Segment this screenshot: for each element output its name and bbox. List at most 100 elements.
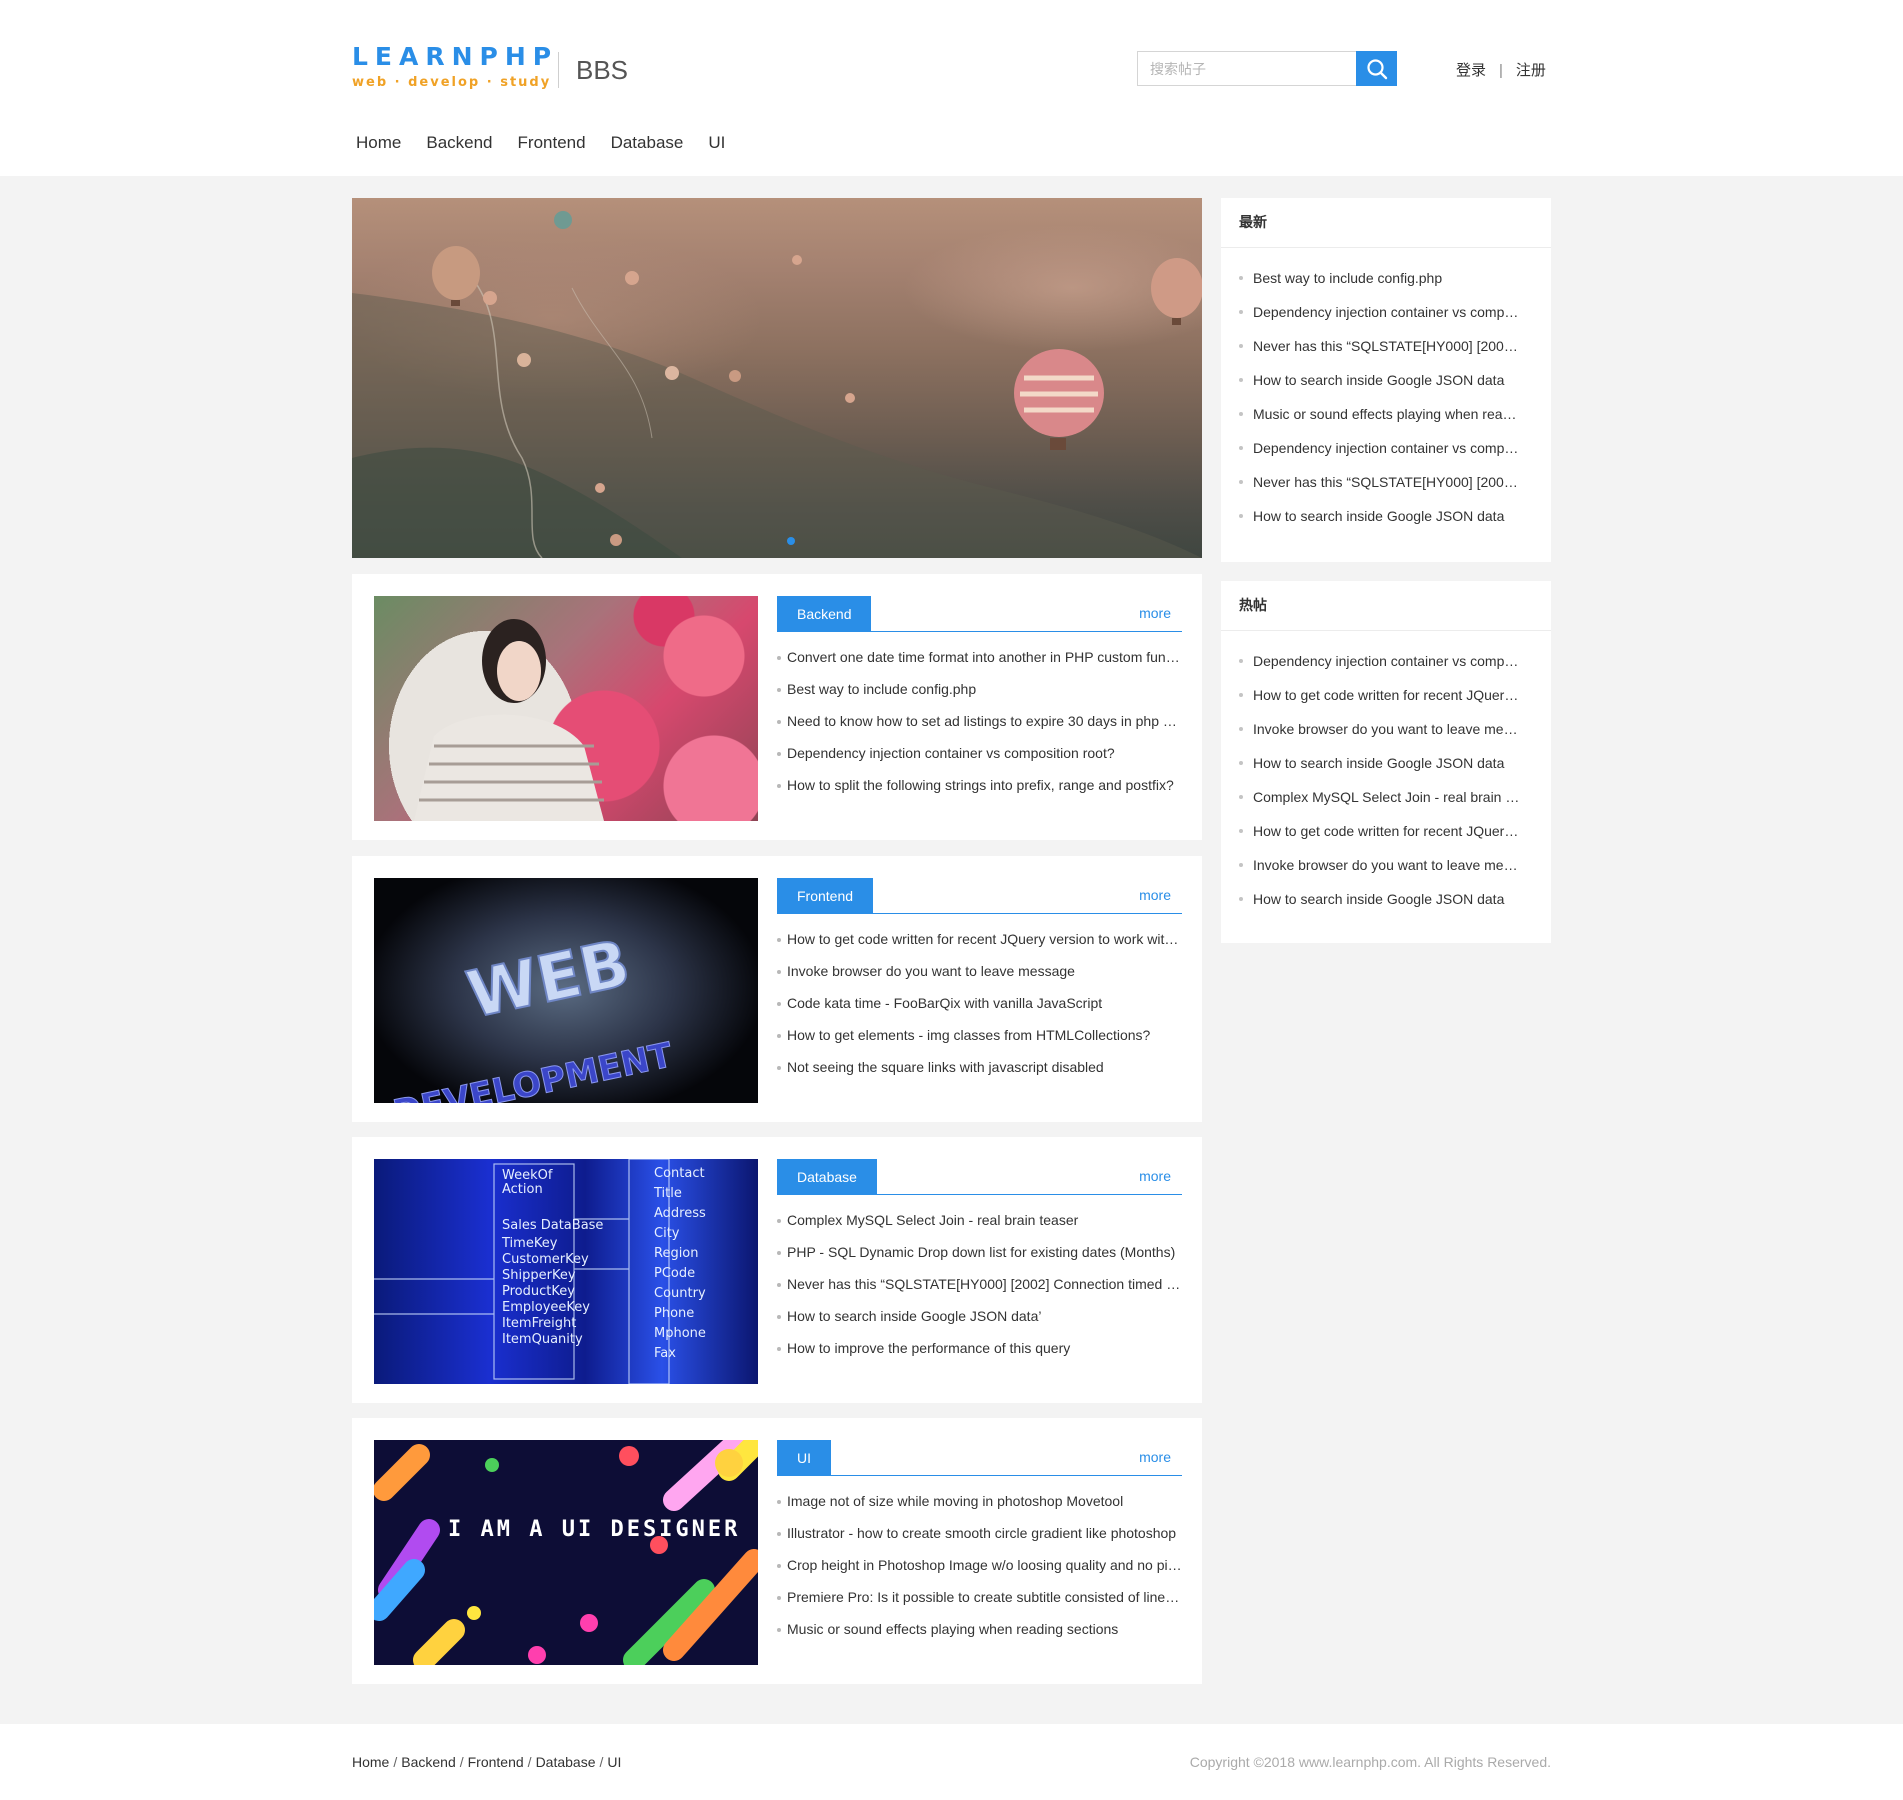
topic-item[interactable]: Complex MySQL Select Join - real brain t… xyxy=(777,1210,1182,1242)
topic-link[interactable]: Code kata time - FooBarQix with vanilla … xyxy=(787,995,1102,1011)
topic-link[interactable]: How to get elements - img classes from H… xyxy=(787,1027,1150,1043)
topic-link[interactable]: How to improve the performance of this q… xyxy=(787,1340,1070,1356)
more-link[interactable]: more xyxy=(1139,1168,1171,1184)
hot-link[interactable]: Invoke browser do you want to leave mess… xyxy=(1253,721,1523,737)
hot-item[interactable]: How to get code written for recent JQuer… xyxy=(1239,821,1523,855)
section-tag[interactable]: Frontend xyxy=(777,878,874,914)
topic-item[interactable]: Music or sound effects playing when read… xyxy=(777,1619,1182,1651)
carousel-indicator[interactable] xyxy=(787,537,795,545)
topic-item[interactable]: How to split the following strings into … xyxy=(777,775,1182,807)
latest-item[interactable]: Never has this “SQLSTATE[HY000] [2002] C… xyxy=(1239,336,1523,370)
more-link[interactable]: more xyxy=(1139,605,1171,621)
topic-link[interactable]: Complex MySQL Select Join - real brain t… xyxy=(787,1212,1078,1228)
hot-item[interactable]: How to search inside Google JSON data xyxy=(1239,889,1523,923)
topic-item[interactable]: Need to know how to set ad listings to e… xyxy=(777,711,1182,743)
nav-frontend[interactable]: Frontend xyxy=(518,131,586,155)
hot-item[interactable]: Invoke browser do you want to leave mess… xyxy=(1239,855,1523,889)
latest-link[interactable]: How to search inside Google JSON data xyxy=(1253,372,1504,388)
topic-item[interactable]: Not seeing the square links with javascr… xyxy=(777,1057,1182,1089)
hot-link[interactable]: How to search inside Google JSON data xyxy=(1253,891,1504,907)
hot-link[interactable]: How to get code written for recent JQuer… xyxy=(1253,823,1523,839)
latest-item[interactable]: Dependency injection container vs compos… xyxy=(1239,302,1523,336)
topic-item[interactable]: Dependency injection container vs compos… xyxy=(777,743,1182,775)
topic-item[interactable]: Best way to include config.php xyxy=(777,679,1182,711)
hero-banner[interactable] xyxy=(352,198,1202,558)
latest-item[interactable]: Never has this “SQLSTATE[HY000] [2002] C… xyxy=(1239,472,1523,506)
section-image[interactable]: WeekOf Action Sales DataBase TimeKey Cus… xyxy=(374,1159,758,1384)
topic-link[interactable]: How to search inside Google JSON data’ xyxy=(787,1308,1041,1324)
topic-item[interactable]: Never has this “SQLSTATE[HY000] [2002] C… xyxy=(777,1274,1182,1306)
footer-link-backend[interactable]: Backend xyxy=(401,1754,455,1770)
topic-item[interactable]: How to search inside Google JSON data’ xyxy=(777,1306,1182,1338)
footer-link-ui[interactable]: UI xyxy=(607,1754,621,1770)
latest-link[interactable]: Never has this “SQLSTATE[HY000] [2002] C… xyxy=(1253,474,1523,490)
topic-link[interactable]: Image not of size while moving in photos… xyxy=(787,1493,1123,1509)
topic-link[interactable]: Need to know how to set ad listings to e… xyxy=(787,713,1182,729)
topic-link[interactable]: Not seeing the square links with javascr… xyxy=(787,1059,1104,1075)
footer-link-frontend[interactable]: Frontend xyxy=(468,1754,524,1770)
section-tag[interactable]: Backend xyxy=(777,596,872,632)
topic-link[interactable]: Illustrator - how to create smooth circl… xyxy=(787,1525,1176,1541)
topic-link[interactable]: Crop height in Photoshop Image w/o loosi… xyxy=(787,1557,1182,1573)
latest-item[interactable]: Dependency injection container vs compos… xyxy=(1239,438,1523,472)
hot-link[interactable]: How to get code written for recent JQuer… xyxy=(1253,687,1523,703)
latest-link[interactable]: Never has this “SQLSTATE[HY000] [2002] C… xyxy=(1253,338,1523,354)
topic-item[interactable]: How to get code written for recent JQuer… xyxy=(777,929,1182,961)
footer-link-database[interactable]: Database xyxy=(536,1754,596,1770)
latest-link[interactable]: How to search inside Google JSON data xyxy=(1253,508,1504,524)
section-tag[interactable]: Database xyxy=(777,1159,877,1195)
topic-item[interactable]: Crop height in Photoshop Image w/o loosi… xyxy=(777,1555,1182,1587)
topic-link[interactable]: Premiere Pro: Is it possible to create s… xyxy=(787,1589,1182,1605)
topic-link[interactable]: How to get code written for recent JQuer… xyxy=(787,931,1182,947)
topic-link[interactable]: Convert one date time format into anothe… xyxy=(787,649,1182,665)
latest-item[interactable]: How to search inside Google JSON data xyxy=(1239,370,1523,404)
register-link[interactable]: 注册 xyxy=(1516,62,1546,79)
latest-link[interactable]: Best way to include config.php xyxy=(1253,270,1442,286)
topic-link[interactable]: PHP - SQL Dynamic Drop down list for exi… xyxy=(787,1244,1175,1260)
search-input[interactable] xyxy=(1137,51,1357,86)
nav-ui[interactable]: UI xyxy=(708,131,725,155)
hot-item[interactable]: Invoke browser do you want to leave mess… xyxy=(1239,719,1523,753)
topic-link[interactable]: Invoke browser do you want to leave mess… xyxy=(787,963,1075,979)
latest-item[interactable]: How to search inside Google JSON data xyxy=(1239,506,1523,540)
section-image[interactable]: WEB DEVELOPMENT xyxy=(374,878,758,1103)
topic-item[interactable]: Code kata time - FooBarQix with vanilla … xyxy=(777,993,1182,1025)
latest-item[interactable]: Best way to include config.php xyxy=(1239,268,1523,302)
section-image[interactable]: I AM A UI DESIGNER xyxy=(374,1440,758,1665)
topic-link[interactable]: Best way to include config.php xyxy=(787,681,976,697)
latest-link[interactable]: Dependency injection container vs compos… xyxy=(1253,304,1523,320)
login-link[interactable]: 登录 xyxy=(1456,62,1486,79)
hot-item[interactable]: How to get code written for recent JQuer… xyxy=(1239,685,1523,719)
topic-link[interactable]: How to split the following strings into … xyxy=(787,777,1174,793)
latest-link[interactable]: Dependency injection container vs compos… xyxy=(1253,440,1523,456)
topic-item[interactable]: How to improve the performance of this q… xyxy=(777,1338,1182,1370)
hot-link[interactable]: How to search inside Google JSON data xyxy=(1253,755,1504,771)
hot-item[interactable]: Complex MySQL Select Join - real brain t… xyxy=(1239,787,1523,821)
section-image[interactable] xyxy=(374,596,758,821)
nav-backend[interactable]: Backend xyxy=(426,131,492,155)
hot-link[interactable]: Complex MySQL Select Join - real brain t… xyxy=(1253,789,1523,805)
section-tag[interactable]: UI xyxy=(777,1440,831,1476)
latest-link[interactable]: Music or sound effects playing when read… xyxy=(1253,406,1523,422)
topic-item[interactable]: Image not of size while moving in photos… xyxy=(777,1491,1182,1523)
topic-link[interactable]: Never has this “SQLSTATE[HY000] [2002] C… xyxy=(787,1276,1182,1292)
topic-item[interactable]: Premiere Pro: Is it possible to create s… xyxy=(777,1587,1182,1619)
topic-link[interactable]: Dependency injection container vs compos… xyxy=(787,745,1115,761)
topic-link[interactable]: Music or sound effects playing when read… xyxy=(787,1621,1118,1637)
more-link[interactable]: more xyxy=(1139,1449,1171,1465)
hot-item[interactable]: How to search inside Google JSON data xyxy=(1239,753,1523,787)
nav-home[interactable]: Home xyxy=(356,131,401,155)
topic-item[interactable]: Illustrator - how to create smooth circl… xyxy=(777,1523,1182,1555)
search-button[interactable] xyxy=(1356,51,1397,86)
latest-item[interactable]: Music or sound effects playing when read… xyxy=(1239,404,1523,438)
topic-item[interactable]: Convert one date time format into anothe… xyxy=(777,647,1182,679)
hot-item[interactable]: Dependency injection container vs compos… xyxy=(1239,651,1523,685)
hot-link[interactable]: Dependency injection container vs compos… xyxy=(1253,653,1523,669)
more-link[interactable]: more xyxy=(1139,887,1171,903)
topic-item[interactable]: PHP - SQL Dynamic Drop down list for exi… xyxy=(777,1242,1182,1274)
footer-link-home[interactable]: Home xyxy=(352,1754,389,1770)
hot-link[interactable]: Invoke browser do you want to leave mess… xyxy=(1253,857,1523,873)
site-logo[interactable]: LEARNPHP web · develop · study xyxy=(352,42,551,94)
nav-database[interactable]: Database xyxy=(611,131,684,155)
topic-item[interactable]: Invoke browser do you want to leave mess… xyxy=(777,961,1182,993)
